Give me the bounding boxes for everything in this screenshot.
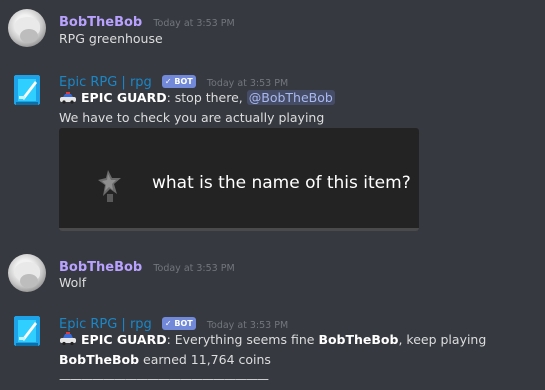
timestamp: Today at 3:53 PM bbox=[153, 263, 235, 274]
message-header: BobTheBob Today at 3:53 PM bbox=[59, 11, 235, 30]
message: BobTheBob Today at 3:53 PM RPG greenhous… bbox=[0, 0, 545, 60]
guard-label: EPIC GUARD bbox=[81, 332, 167, 347]
timestamp: Today at 3:53 PM bbox=[206, 78, 289, 89]
user-avatar[interactable] bbox=[8, 254, 46, 292]
sword-avatar[interactable] bbox=[8, 71, 46, 109]
police-car-icon bbox=[59, 332, 77, 349]
message-line: EPIC GUARD: Everything seems fine BobThe… bbox=[59, 332, 486, 349]
message-header: Epic RPG | rpg ✓ BOT Today at 3:53 PM bbox=[59, 71, 288, 90]
captcha-image[interactable]: what is the name of this item? bbox=[59, 128, 419, 231]
guard-text-end: , keep playing bbox=[398, 332, 487, 347]
bot-badge: ✓ BOT bbox=[161, 317, 196, 330]
guard-text: : stop there, bbox=[166, 90, 247, 105]
message-line: EPIC GUARD: stop there, @BobTheBob bbox=[59, 90, 335, 107]
player-name: BobTheBob bbox=[318, 332, 399, 347]
message-text: RPG greenhouse bbox=[59, 31, 163, 46]
player-name: BobTheBob bbox=[59, 352, 140, 367]
message-header: Epic RPG | rpg ✓ BOT Today at 3:53 PM bbox=[59, 313, 288, 332]
message-header: BobTheBob Today at 3:53 PM bbox=[59, 256, 235, 275]
timestamp: Today at 3:53 PM bbox=[206, 320, 289, 331]
username[interactable]: Epic RPG | rpg bbox=[59, 317, 152, 332]
user-avatar[interactable] bbox=[8, 9, 46, 47]
captcha-question: what is the name of this item? bbox=[152, 173, 411, 193]
reward-line: BobTheBob earned 11,764 coins bbox=[59, 352, 271, 367]
wolf-skin-item bbox=[98, 170, 121, 202]
sword-avatar[interactable] bbox=[8, 312, 46, 350]
guard-label: EPIC GUARD bbox=[81, 90, 167, 105]
username[interactable]: BobTheBob bbox=[59, 260, 142, 275]
police-car-icon bbox=[59, 92, 77, 107]
user-mention[interactable]: @BobTheBob bbox=[246, 90, 335, 105]
username[interactable]: BobTheBob bbox=[59, 15, 142, 30]
bot-badge: ✓ BOT bbox=[161, 75, 196, 88]
username[interactable]: Epic RPG | rpg bbox=[59, 75, 152, 90]
message-text: We have to check you are actually playin… bbox=[59, 110, 325, 125]
timestamp: Today at 3:53 PM bbox=[153, 18, 235, 29]
divider-line: ——————————————————— bbox=[59, 372, 269, 386]
message: BobTheBob Today at 3:53 PM Wolf bbox=[0, 250, 545, 300]
message-text: Wolf bbox=[59, 275, 87, 290]
guard-text: : Everything seems fine bbox=[166, 332, 319, 347]
reward-text: earned 11,764 coins bbox=[139, 352, 271, 367]
image-bottom-edge bbox=[59, 228, 419, 231]
